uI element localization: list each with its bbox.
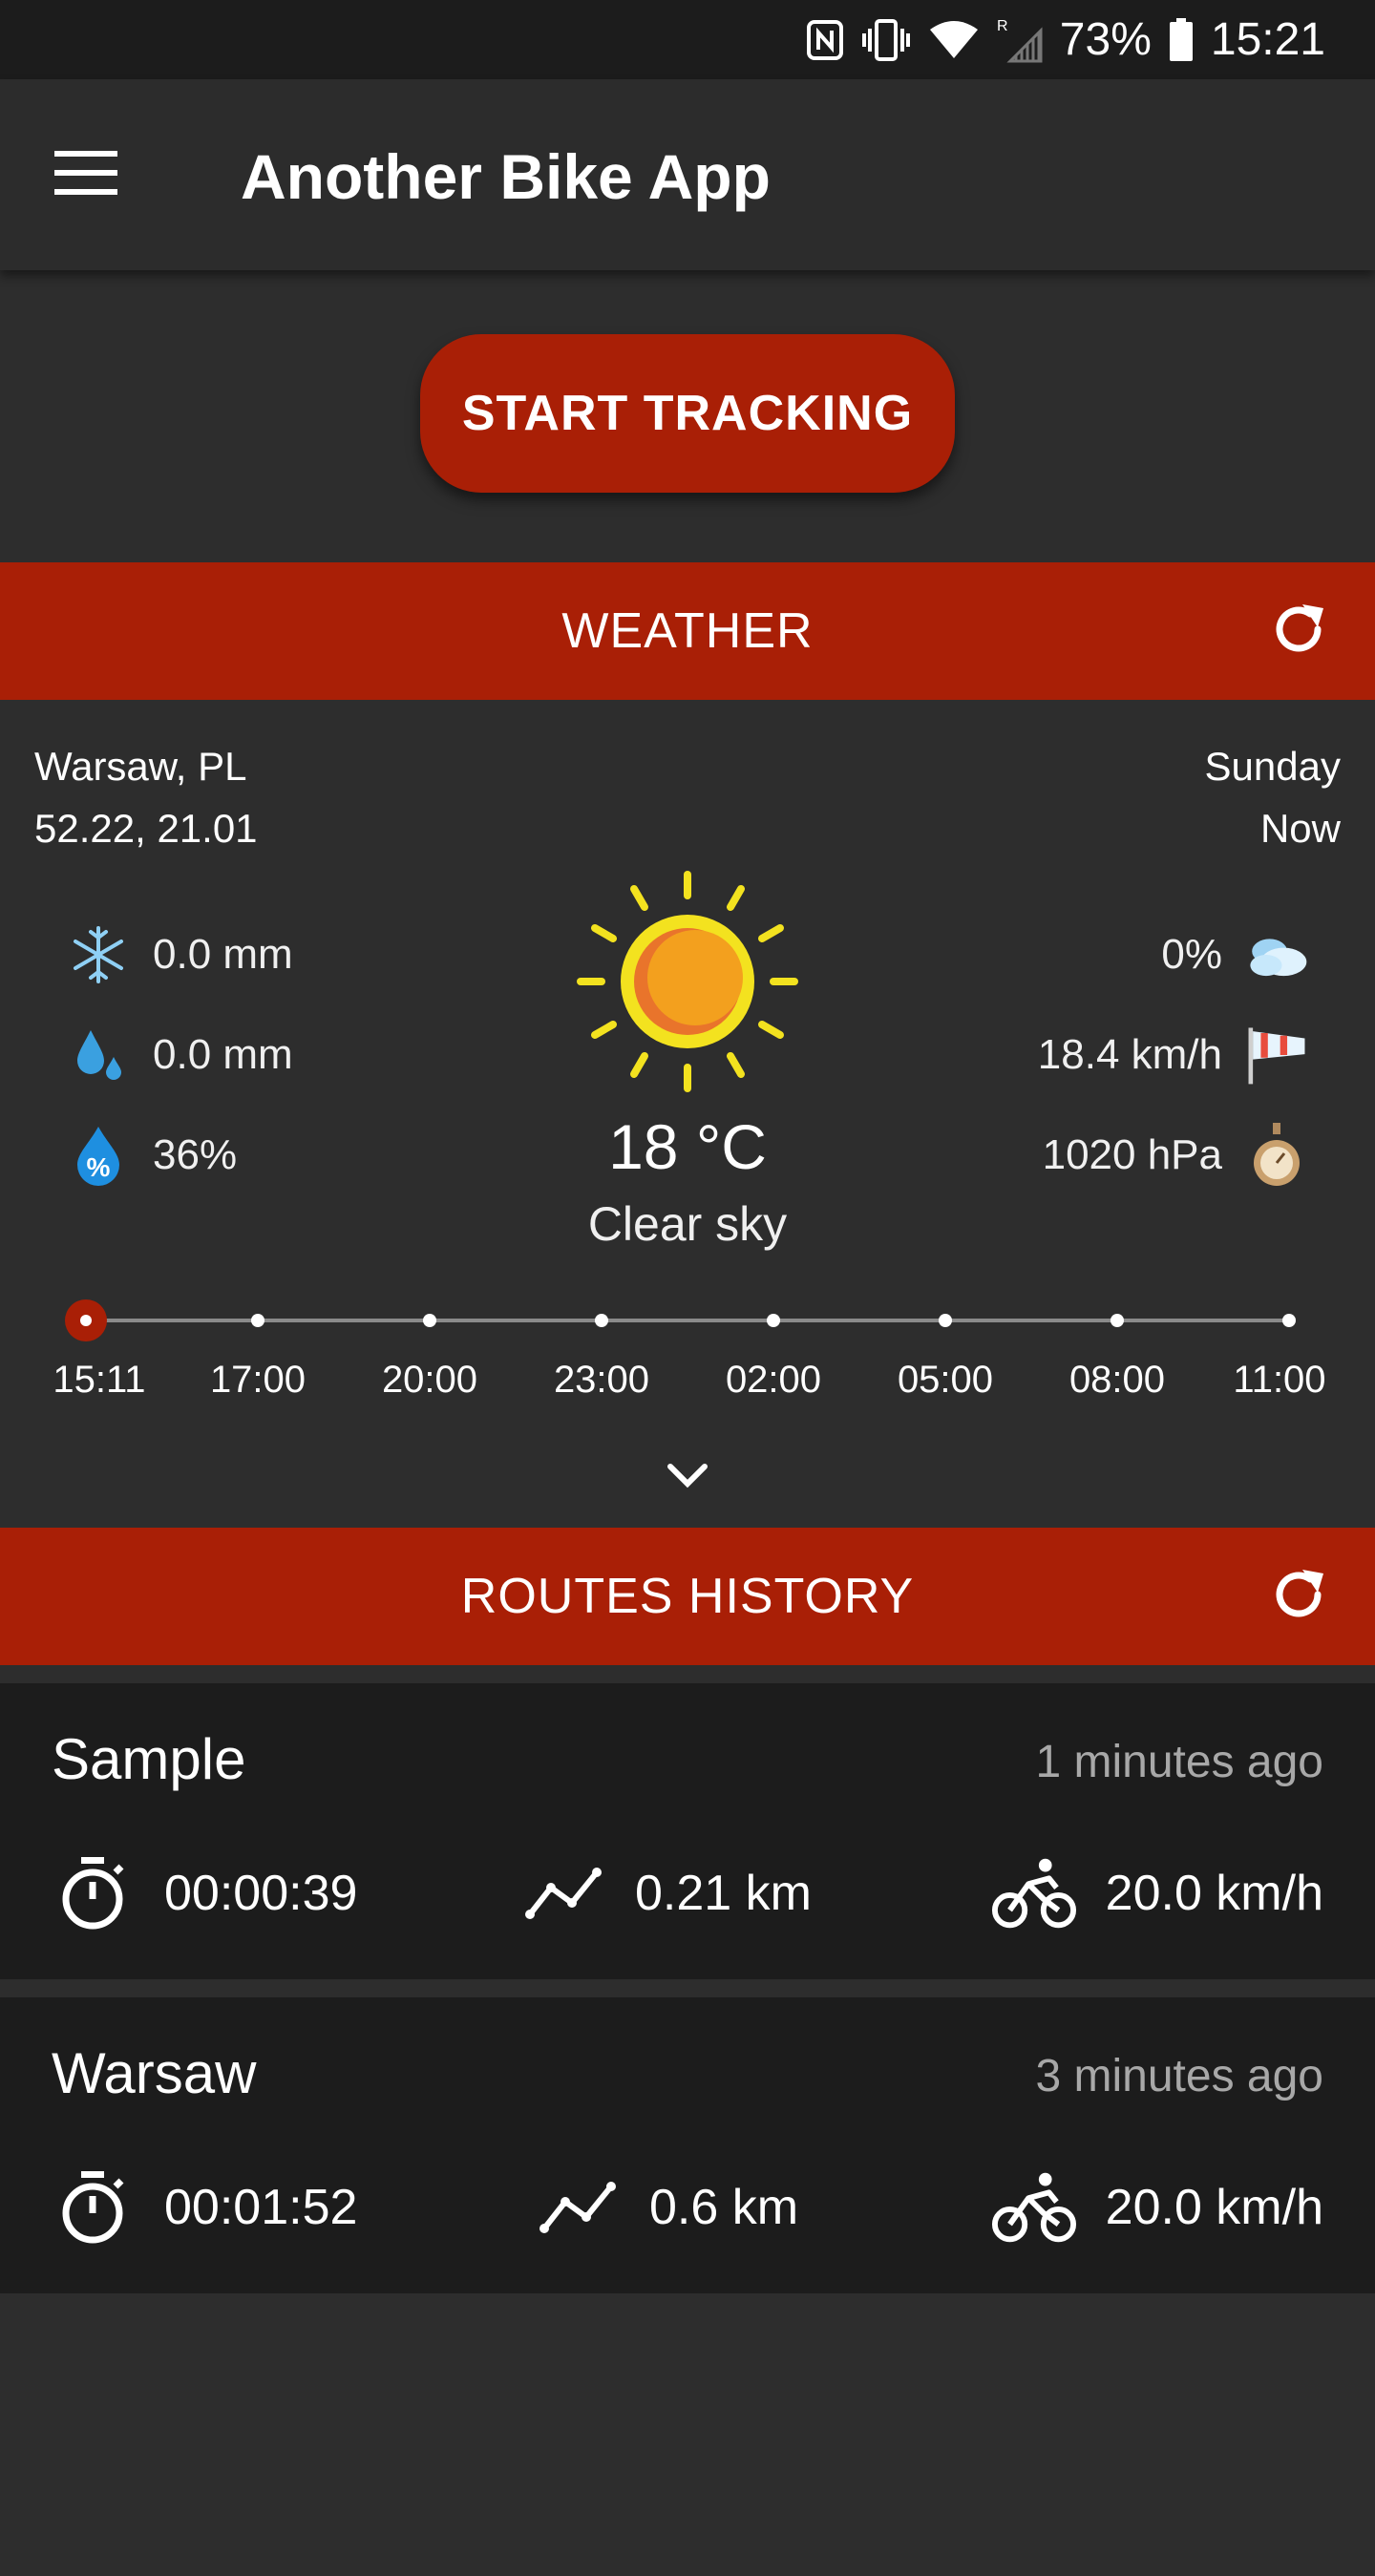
- timeline-point[interactable]: [65, 1299, 107, 1341]
- wifi-icon: [928, 20, 980, 60]
- weather-title: WEATHER: [561, 603, 814, 659]
- clock: 15:21: [1210, 14, 1325, 65]
- snow-value: 0.0 mm: [153, 931, 293, 978]
- app-title: Another Bike App: [241, 141, 771, 212]
- menu-button[interactable]: [38, 127, 134, 222]
- route-time-ago: 1 minutes ago: [1035, 1737, 1323, 1787]
- timeline-point[interactable]: [1111, 1314, 1124, 1327]
- timeline-time-label: 23:00: [553, 1359, 650, 1401]
- vibrate-icon: [861, 18, 911, 61]
- route-line-icon: [535, 2164, 621, 2250]
- battery-percent: 73%: [1059, 14, 1152, 65]
- clouds-row: 0%: [1161, 921, 1310, 988]
- timeline-point[interactable]: [1282, 1314, 1296, 1327]
- route-speed-value: 20.0 km/h: [1105, 2180, 1323, 2235]
- route-distance-value: 0.6 km: [649, 2180, 799, 2235]
- windsock-icon: [1243, 1022, 1310, 1088]
- routes-history-header: ROUTES HISTORY: [0, 1528, 1375, 1665]
- route-duration: 00:00:39: [50, 1850, 357, 1936]
- route-name: Sample: [52, 1727, 246, 1791]
- timeline-point[interactable]: [939, 1314, 952, 1327]
- battery-icon: [1169, 17, 1194, 62]
- route-name: Warsaw: [52, 2041, 257, 2105]
- route-duration-value: 00:00:39: [164, 1866, 358, 1921]
- route-card[interactable]: Warsaw 3 minutes ago 00:01:52 0.6 km 20.…: [0, 1997, 1375, 2293]
- stopwatch-icon: [50, 1850, 136, 1936]
- route-time-ago: 3 minutes ago: [1035, 2051, 1323, 2101]
- timeline-time-label: 05:00: [897, 1359, 994, 1401]
- timeline-time-label: 08:00: [1068, 1359, 1166, 1401]
- wind-value: 18.4 km/h: [1037, 1031, 1222, 1078]
- timeline-time-label: 11:00: [1233, 1359, 1326, 1401]
- route-line-icon: [520, 1850, 606, 1936]
- pressure-row: 1020 hPa: [1043, 1122, 1310, 1189]
- wind-row: 18.4 km/h: [1038, 1022, 1310, 1088]
- hamburger-menu-icon: [54, 150, 117, 200]
- raindrops-icon: [65, 1022, 132, 1088]
- refresh-icon: [1268, 599, 1329, 665]
- temperature: 18 °C: [608, 1111, 767, 1182]
- cloud-icon: [1243, 921, 1310, 988]
- stopwatch-icon: [50, 2164, 136, 2250]
- routes-refresh-button[interactable]: [1260, 1558, 1337, 1635]
- route-speed-value: 20.0 km/h: [1105, 1866, 1323, 1921]
- expand-forecast-button[interactable]: [649, 1440, 726, 1516]
- timeline-time-label: 20:00: [381, 1359, 478, 1401]
- weather-when: Now: [1259, 806, 1341, 851]
- clouds-value: 0%: [1161, 931, 1222, 978]
- app-bar: Another Bike App: [0, 79, 1375, 270]
- clear-sky-sun-icon: [573, 867, 802, 1096]
- weather-panel: Warsaw, PL 52.22, 21.01 Sunday Now 0.0 m…: [0, 700, 1375, 1528]
- weather-coords: 52.22, 21.01: [34, 806, 258, 851]
- status-indicators: R 73% 15:21: [806, 0, 1325, 79]
- timeline-point[interactable]: [423, 1314, 436, 1327]
- rain-row: 0.0 mm: [65, 1022, 293, 1088]
- start-tracking-button[interactable]: START TRACKING: [420, 334, 955, 493]
- refresh-icon: [1268, 1564, 1329, 1630]
- weather-location: Warsaw, PL: [34, 744, 247, 789]
- route-card[interactable]: Sample 1 minutes ago 00:00:39 0.21 km 20…: [0, 1683, 1375, 1979]
- weather-condition: Clear sky: [587, 1197, 788, 1251]
- svg-text:%: %: [87, 1152, 111, 1182]
- cyclist-icon: [991, 1850, 1077, 1936]
- route-distance-value: 0.21 km: [635, 1866, 812, 1921]
- pressure-value: 1020 hPa: [1042, 1131, 1222, 1178]
- timeline-point[interactable]: [251, 1314, 264, 1327]
- cyclist-icon: [991, 2164, 1077, 2250]
- weather-refresh-button[interactable]: [1260, 593, 1337, 669]
- snow-row: 0.0 mm: [65, 921, 293, 988]
- route-distance: 0.21 km: [520, 1850, 812, 1936]
- timeline-time-label: 02:00: [725, 1359, 822, 1401]
- route-distance: 0.6 km: [535, 2164, 798, 2250]
- route-speed: 20.0 km/h: [991, 1850, 1323, 1936]
- timeline-time-label: 17:00: [209, 1359, 307, 1401]
- route-speed: 20.0 km/h: [991, 2164, 1323, 2250]
- timeline-point[interactable]: [595, 1314, 608, 1327]
- snowflake-icon: [65, 921, 132, 988]
- routes-history-title: ROUTES HISTORY: [460, 1569, 915, 1624]
- timeline-time-label: 15:11: [53, 1359, 146, 1401]
- forecast-timeline-track: [86, 1319, 1289, 1322]
- nfc-icon: [806, 19, 844, 61]
- weather-day: Sunday: [1204, 744, 1341, 789]
- humidity-value: 36%: [153, 1131, 238, 1178]
- chevron-down-icon: [666, 1463, 709, 1494]
- rain-value: 0.0 mm: [153, 1031, 293, 1078]
- route-duration: 00:01:52: [50, 2164, 357, 2250]
- timeline-point[interactable]: [767, 1314, 780, 1327]
- barometer-icon: [1243, 1122, 1310, 1189]
- svg-text:R: R: [997, 18, 1008, 34]
- route-duration-value: 00:01:52: [164, 2180, 358, 2235]
- humidity-drop-icon: %: [65, 1122, 132, 1189]
- weather-header: WEATHER: [0, 562, 1375, 700]
- humidity-row: % 36%: [65, 1122, 237, 1189]
- status-bar: R 73% 15:21: [0, 0, 1375, 79]
- signal-icon: R: [997, 17, 1043, 63]
